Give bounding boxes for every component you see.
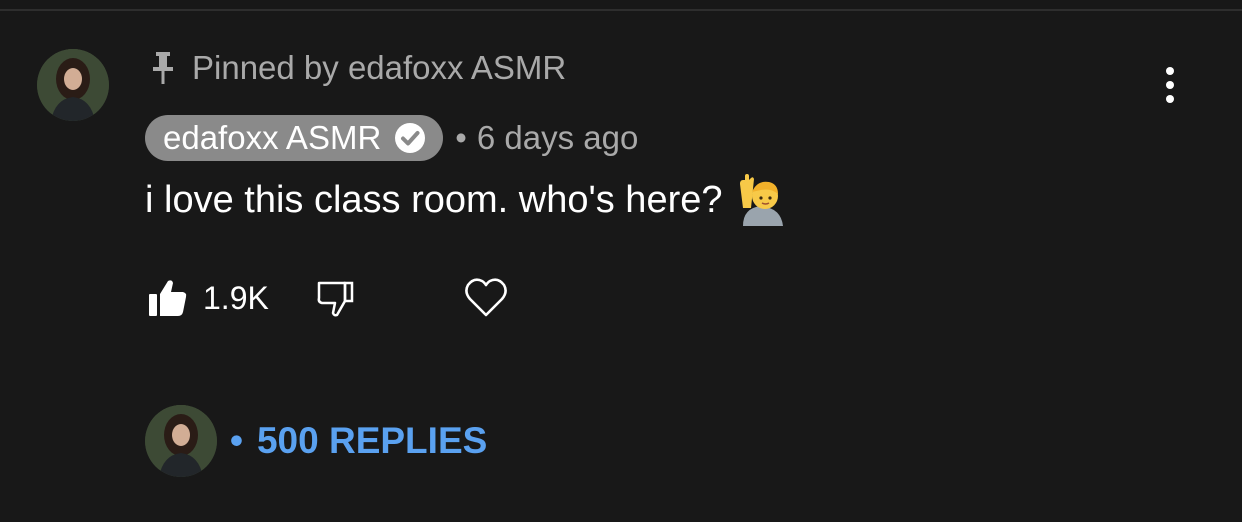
replies-label: 500 REPLIES — [256, 420, 488, 461]
pinned-text: Pinned by edafoxx ASMR — [192, 49, 567, 86]
author-name: edafoxx ASMR — [163, 119, 382, 156]
comment-text: i love this class room. who's here? — [145, 178, 723, 221]
person-raising-hand-emoji — [739, 174, 783, 226]
replies-separator: • — [230, 420, 243, 461]
meta-separator: • — [455, 119, 467, 156]
view-replies-button[interactable]: • 500 REPLIES — [230, 418, 487, 464]
heart-outline-icon[interactable] — [464, 276, 508, 320]
pin-icon — [153, 52, 173, 84]
verified-check-icon — [395, 123, 426, 153]
like-count: 1.9K — [203, 280, 269, 316]
comment-meta: edafoxx ASMR • 6 days ago — [145, 114, 638, 162]
reply-avatar — [145, 405, 217, 477]
top-divider — [0, 9, 1242, 11]
comment-timestamp[interactable]: 6 days ago — [477, 119, 638, 157]
more-vertical-icon — [1166, 67, 1174, 103]
thumbs-up-filled-icon[interactable] — [148, 278, 188, 318]
comment-more-button[interactable] — [1150, 62, 1190, 108]
thumbs-down-outline-icon[interactable] — [316, 280, 354, 318]
author-chip[interactable]: edafoxx ASMR — [145, 115, 444, 161]
pinned-label: Pinned by edafoxx ASMR — [150, 48, 566, 88]
author-avatar[interactable] — [37, 49, 109, 121]
comment-body: i love this class room. who's here? — [145, 172, 785, 228]
